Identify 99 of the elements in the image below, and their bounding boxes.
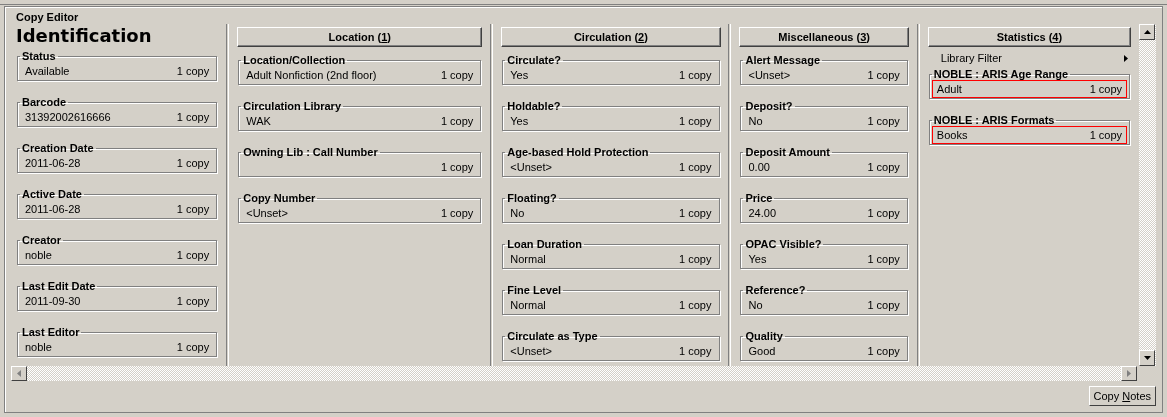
field-value: No	[510, 207, 525, 219]
field-label: NOBLE : ARIS Age Range	[932, 68, 1070, 80]
field-label: Last Editor	[21, 326, 81, 338]
field-value: noble	[25, 249, 52, 261]
field-label: Holdable?	[506, 100, 562, 112]
field-label: Price	[744, 192, 774, 204]
field-label: Barcode	[21, 96, 68, 108]
section-button[interactable]: Miscellaneous (3)	[739, 27, 909, 47]
copy-count: 1 copy	[176, 111, 210, 123]
vertical-scrollbar[interactable]	[1139, 24, 1156, 366]
field-label: Circulation Library	[242, 100, 342, 112]
field-value: WAK	[246, 115, 271, 127]
field-label: Creation Date	[21, 142, 95, 154]
field-value: <Unset>	[510, 345, 552, 357]
copy-notes-button[interactable]: Copy Notes	[1088, 386, 1156, 406]
horizontal-scrollbar[interactable]	[11, 366, 1137, 381]
field-label: Creator	[21, 234, 63, 246]
field-label: Status	[21, 50, 57, 62]
copy-count: 1 copy	[176, 295, 210, 307]
field-label: Age-based Hold Protection	[506, 146, 650, 158]
field-value: Yes	[510, 115, 529, 127]
copy-count: 1 copy	[679, 299, 712, 311]
field-value: Available	[25, 65, 70, 77]
copy-count: 1 copy	[1089, 129, 1123, 141]
copy-count: 1 copy	[867, 299, 900, 311]
scroll-left-button[interactable]	[11, 366, 27, 381]
field-value: No	[748, 299, 763, 311]
field-value: noble	[25, 341, 52, 353]
field-value: Adult Nonfiction (2nd floor)	[246, 69, 377, 81]
field-value: No	[748, 115, 763, 127]
copy-count: 1 copy	[440, 115, 474, 127]
field-label: Alert Message	[744, 54, 822, 66]
right-arrow-icon	[1127, 370, 1131, 377]
copy-count: 1 copy	[1089, 83, 1123, 95]
field-label: Owning Lib : Call Number	[242, 146, 379, 158]
field-value: <Unset>	[246, 207, 288, 219]
copy-count: 1 copy	[679, 207, 712, 219]
scroll-down-button[interactable]	[1139, 350, 1156, 366]
field-label: Loan Duration	[506, 238, 583, 250]
copy-count: 1 copy	[176, 65, 210, 77]
field-label: Active Date	[21, 188, 83, 200]
copy-count: 1 copy	[867, 207, 900, 219]
scroll-up-button[interactable]	[1139, 24, 1156, 40]
copy-count: 1 copy	[679, 253, 712, 265]
scroll-right-button[interactable]	[1121, 366, 1137, 381]
copy-count: 1 copy	[679, 69, 712, 81]
down-arrow-icon	[1143, 356, 1151, 360]
field-value: <Unset>	[510, 161, 552, 173]
field-value: Normal	[510, 253, 546, 265]
field-value: Yes	[510, 69, 529, 81]
field-label: OPAC Visible?	[744, 238, 823, 250]
field-value: 2011-06-28	[25, 157, 81, 169]
field-value: Adult	[936, 83, 962, 95]
section-button[interactable]: Statistics (4)	[927, 27, 1132, 47]
copy-count: 1 copy	[867, 253, 900, 265]
submenu-arrow-icon	[1124, 54, 1129, 62]
up-arrow-icon	[1143, 30, 1151, 34]
copy-count: 1 copy	[176, 341, 210, 353]
field-value: 2011-09-30	[25, 295, 81, 307]
copy-count: 1 copy	[679, 161, 712, 173]
field-label: Location/Collection	[242, 54, 347, 66]
field-label: Deposit?	[744, 100, 794, 112]
section-heading: Identification	[16, 27, 153, 45]
field-label: Quality	[744, 330, 784, 342]
section-button[interactable]: Circulation (2)	[501, 27, 721, 47]
copy-count: 1 copy	[440, 161, 474, 173]
copy-count: 1 copy	[176, 157, 210, 169]
window-title: Copy Editor	[15, 10, 80, 24]
section-button[interactable]: Location (1)	[237, 27, 483, 47]
copy-count: 1 copy	[176, 203, 210, 215]
copy-count: 1 copy	[867, 69, 900, 81]
copy-count: 1 copy	[176, 249, 210, 261]
field-label: Fine Level	[506, 284, 563, 296]
field-label: Circulate as Type	[506, 330, 599, 342]
field-value: 31392002616666	[25, 111, 111, 123]
field-label: Reference?	[744, 284, 807, 296]
field-label: Deposit Amount	[744, 146, 831, 158]
field-label: Copy Number	[242, 192, 317, 204]
left-arrow-icon	[17, 370, 21, 377]
copy-count: 1 copy	[440, 69, 474, 81]
copy-count: 1 copy	[867, 161, 900, 173]
field-value: Books	[936, 129, 968, 141]
copy-count: 1 copy	[867, 345, 900, 357]
field-value: Yes	[748, 253, 767, 265]
field-value: Good	[748, 345, 776, 357]
copy-count: 1 copy	[440, 207, 474, 219]
field-label: NOBLE : ARIS Formats	[932, 114, 1056, 126]
field-value: <Unset>	[748, 69, 791, 81]
library-filter-menu[interactable]: Library Filter	[940, 51, 1129, 65]
field-label: Floating?	[506, 192, 558, 204]
field-label: Last Edit Date	[21, 280, 97, 292]
field-label: Circulate?	[506, 54, 563, 66]
field-value: 0.00	[748, 161, 770, 173]
field-value: 2011-06-28	[25, 203, 81, 215]
copy-count: 1 copy	[679, 115, 712, 127]
copy-count: 1 copy	[867, 115, 900, 127]
field-value: Normal	[510, 299, 546, 311]
copy-count: 1 copy	[679, 345, 712, 357]
field-value: 24.00	[748, 207, 776, 219]
